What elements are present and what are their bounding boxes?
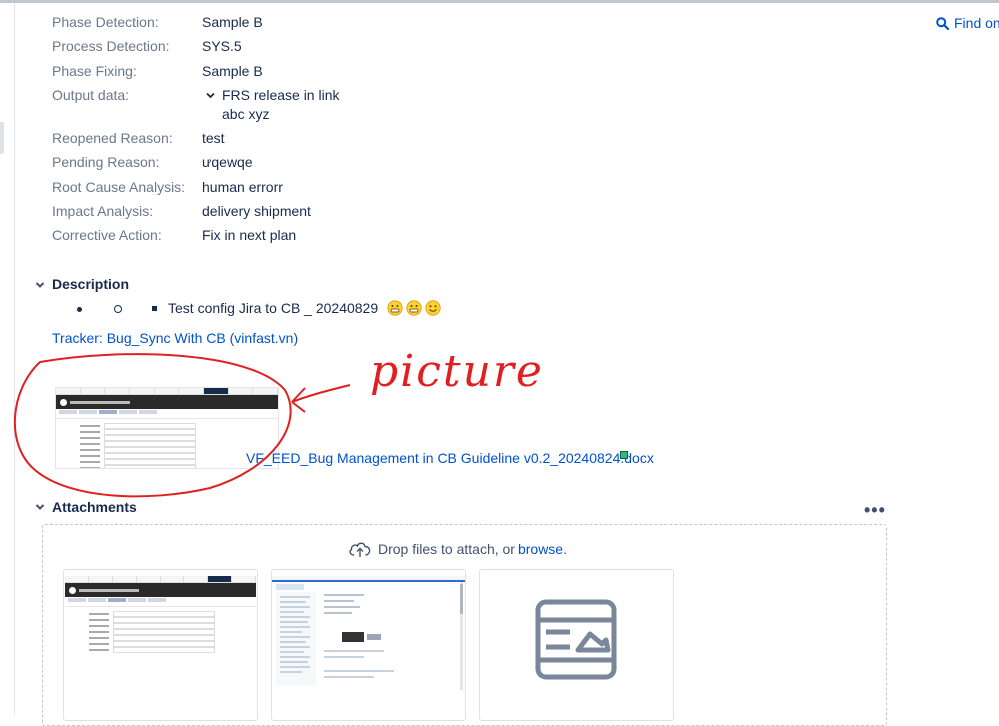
field-label: Impact Analysis: [52, 203, 154, 219]
attachments-collapse-toggle[interactable] [34, 501, 46, 513]
browse-link[interactable]: browse [518, 541, 563, 557]
bullet-level-2 [114, 305, 122, 313]
field-value: ưqewqe [202, 154, 253, 170]
attachment-card-document[interactable] [479, 569, 674, 721]
description-heading: Description [52, 276, 130, 292]
picture-annotation-label: picture [370, 346, 544, 397]
attachment-card-screenshot-1[interactable] [63, 569, 258, 721]
field-value: Fix in next plan [202, 227, 297, 243]
drop-files-end: . [563, 541, 567, 557]
bullet-level-3 [152, 306, 157, 311]
drop-files-prompt: Drop files to attach, or browse. [348, 540, 567, 558]
field-value: Sample B [202, 63, 263, 79]
search-icon [936, 16, 949, 30]
left-divider [14, 3, 15, 715]
guideline-document-link[interactable]: VF_EED_Bug Management in CB Guideline v0… [246, 450, 654, 466]
description-text: Test config Jira to CB _ 20240829 [168, 300, 441, 316]
field-label: Phase Detection: [52, 14, 159, 30]
field-value: delivery shipment [202, 203, 311, 219]
document-file-icon [535, 599, 617, 680]
external-link-icon [620, 451, 628, 459]
output-data-link[interactable]: FRS release in link [222, 87, 340, 103]
field-label: Reopened Reason: [52, 130, 173, 146]
field-label: Root Cause Analysis: [52, 179, 186, 195]
field-value: test [202, 130, 225, 146]
find-on-label: Find on [954, 15, 999, 31]
field-label: Corrective Action: [52, 227, 162, 243]
attachment-card-screenshot-2[interactable] [271, 569, 466, 721]
chevron-down-icon[interactable] [206, 92, 215, 99]
output-data-sub: abc xyz [222, 106, 270, 122]
description-text-content: Test config Jira to CB _ 20240829 [168, 300, 379, 316]
field-value: SYS.5 [202, 38, 242, 54]
grin-emoji-icon [387, 300, 403, 316]
top-border [0, 0, 999, 3]
field-label: Output data: [52, 87, 130, 103]
field-value: Sample B [202, 14, 263, 30]
field-label: Process Detection: [52, 38, 170, 54]
bullet-level-1 [77, 307, 82, 312]
field-value: human errorr [202, 179, 283, 195]
tracker-link[interactable]: Tracker: Bug_Sync With CB (vinfast.vn) [52, 330, 298, 346]
smile-emoji-icon [425, 300, 441, 316]
more-options-button[interactable]: ••• [864, 500, 886, 521]
screenshot-preview-image [272, 576, 465, 690]
grin-emoji-icon [406, 300, 422, 316]
attachments-heading: Attachments [52, 499, 137, 515]
find-on-button[interactable]: Find on [936, 15, 999, 31]
drop-files-text: Drop files to attach, or [378, 541, 515, 557]
field-label: Phase Fixing: [52, 63, 137, 79]
field-label: Pending Reason: [52, 154, 160, 170]
sidebar-resize-handle[interactable] [0, 122, 4, 154]
description-collapse-toggle[interactable] [34, 279, 46, 291]
cloud-upload-icon [349, 542, 371, 557]
